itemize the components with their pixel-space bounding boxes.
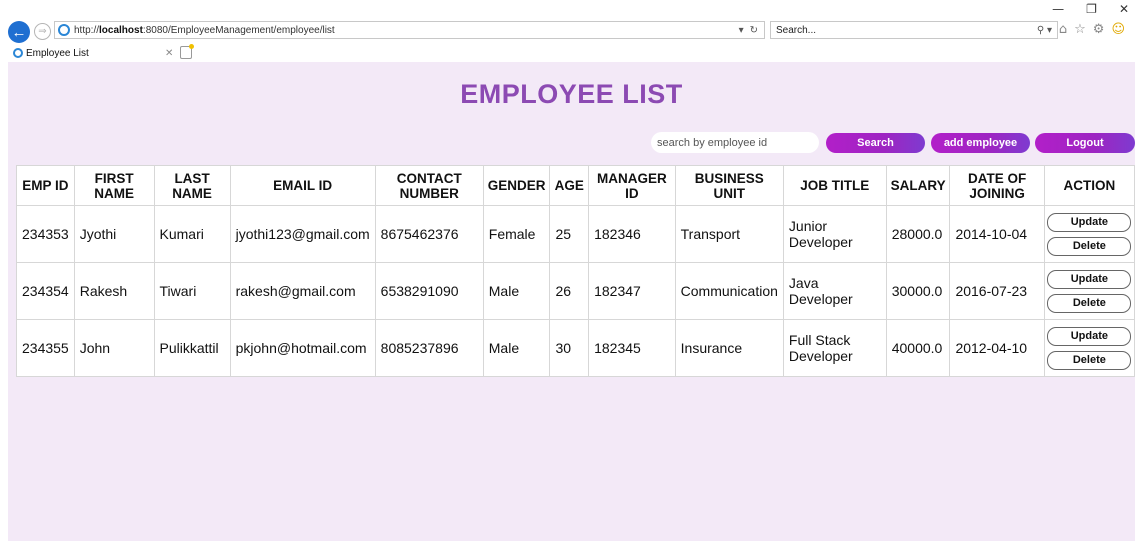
update-button[interactable]: Update — [1047, 212, 1132, 232]
forward-arrow-icon[interactable]: ⇒ — [34, 23, 51, 40]
logout-button[interactable]: Logout — [1035, 133, 1135, 153]
table-row: 234355 John Pulikkattil pkjohn@hotmail.c… — [16, 319, 1135, 377]
search-icon[interactable]: ⚲ ▾ — [1037, 25, 1057, 36]
header-manager-id: MANAGER ID — [588, 165, 676, 206]
employee-id-search-input[interactable] — [651, 132, 819, 153]
cell-emp-id: 234353 — [16, 205, 75, 263]
delete-button[interactable]: Delete — [1047, 350, 1132, 370]
header-action: ACTION — [1043, 165, 1135, 206]
cell-manager-id: 182345 — [588, 319, 676, 377]
delete-button[interactable]: Delete — [1047, 293, 1132, 313]
cell-action: Update Delete — [1043, 262, 1135, 320]
back-arrow-icon[interactable]: ← — [8, 21, 30, 43]
cell-email: rakesh@gmail.com — [229, 262, 376, 320]
table-header-row: EMP ID FIRST NAME LAST NAME EMAIL ID CON… — [16, 165, 1135, 206]
browser-search-box[interactable]: Search... ⚲ ▾ — [770, 21, 1058, 39]
close-icon[interactable]: ✕ — [1119, 2, 1129, 16]
cell-first-name: John — [73, 319, 155, 377]
favorites-star-icon[interactable]: ☆ — [1074, 22, 1086, 37]
cell-emp-id: 234354 — [16, 262, 75, 320]
cell-manager-id: 182347 — [588, 262, 676, 320]
cell-age: 26 — [549, 262, 590, 320]
cell-job-title: Java Developer — [782, 262, 887, 320]
cell-action: Update Delete — [1043, 319, 1135, 377]
cell-job-title: Junior Developer — [782, 205, 887, 263]
header-job-title: JOB TITLE — [782, 165, 887, 206]
cell-date-of-joining: 2014-10-04 — [949, 205, 1045, 263]
refresh-icon[interactable]: ↻ — [750, 25, 758, 36]
cell-gender: Male — [482, 319, 551, 377]
header-contact-number: CONTACT NUMBER — [374, 165, 484, 206]
cell-salary: 30000.0 — [885, 262, 951, 320]
tab-title: Employee List — [26, 47, 89, 59]
cell-gender: Male — [482, 262, 551, 320]
address-url: http://localhost:8080/EmployeeManagement… — [74, 24, 335, 36]
cell-gender: Female — [482, 205, 551, 263]
gear-icon[interactable]: ⚙ — [1093, 22, 1105, 37]
header-business-unit: BUSINESS UNIT — [674, 165, 784, 206]
cell-age: 30 — [549, 319, 590, 377]
cell-contact: 8085237896 — [374, 319, 484, 377]
smiley-feedback-icon[interactable]: ☺ — [1111, 22, 1125, 37]
cell-job-title: Full Stack Developer — [782, 319, 887, 377]
cell-business-unit: Transport — [674, 205, 784, 263]
cell-business-unit: Insurance — [674, 319, 784, 377]
table-row: 234353 Jyothi Kumari jyothi123@gmail.com… — [16, 205, 1135, 263]
header-age: AGE — [549, 165, 590, 206]
cell-business-unit: Communication — [674, 262, 784, 320]
header-first-name: FIRST NAME — [73, 165, 155, 206]
cell-age: 25 — [549, 205, 590, 263]
header-last-name: LAST NAME — [153, 165, 231, 206]
header-salary: SALARY — [885, 165, 951, 206]
browser-chrome: — ❐ ✕ ← ⇒ http://localhost:8080/Employee… — [0, 0, 1135, 62]
employee-table: EMP ID FIRST NAME LAST NAME EMAIL ID CON… — [16, 165, 1135, 377]
browser-toolbar-icons: ⌂ ☆ ⚙ ☺ — [1059, 22, 1125, 37]
cell-contact: 6538291090 — [374, 262, 484, 320]
page-title: EMPLOYEE LIST — [460, 79, 683, 109]
cell-action: Update Delete — [1043, 205, 1135, 263]
page-content: EMPLOYEE LIST Search add employee Logout… — [8, 62, 1135, 541]
cell-date-of-joining: 2012-04-10 — [949, 319, 1045, 377]
restore-icon[interactable]: ❐ — [1086, 2, 1097, 16]
cell-email: pkjohn@hotmail.com — [229, 319, 376, 377]
add-employee-button[interactable]: add employee — [931, 133, 1030, 153]
cell-last-name: Tiwari — [153, 262, 231, 320]
header-email-id: EMAIL ID — [229, 165, 376, 206]
update-button[interactable]: Update — [1047, 269, 1132, 289]
search-button[interactable]: Search — [826, 133, 925, 153]
header-emp-id: EMP ID — [16, 165, 75, 206]
browser-tab[interactable]: Employee List ✕ — [8, 44, 173, 62]
cell-salary: 28000.0 — [885, 205, 951, 263]
minimize-icon[interactable]: — — [1052, 2, 1064, 16]
tab-close-icon[interactable]: ✕ — [165, 48, 173, 59]
window-controls: — ❐ ✕ — [1052, 2, 1129, 16]
cell-last-name: Kumari — [153, 205, 231, 263]
address-bar[interactable]: http://localhost:8080/EmployeeManagement… — [54, 21, 765, 39]
cell-date-of-joining: 2016-07-23 — [949, 262, 1045, 320]
cell-first-name: Rakesh — [73, 262, 155, 320]
cell-last-name: Pulikkattil — [153, 319, 231, 377]
ie-page-icon — [58, 24, 70, 36]
delete-button[interactable]: Delete — [1047, 236, 1132, 256]
ie-tab-icon — [13, 48, 23, 58]
cell-emp-id: 234355 — [16, 319, 75, 377]
dropdown-icon[interactable]: ▾ — [739, 25, 744, 36]
cell-first-name: Jyothi — [73, 205, 155, 263]
table-row: 234354 Rakesh Tiwari rakesh@gmail.com 65… — [16, 262, 1135, 320]
cell-contact: 8675462376 — [374, 205, 484, 263]
cell-manager-id: 182346 — [588, 205, 676, 263]
update-button[interactable]: Update — [1047, 326, 1132, 346]
header-gender: GENDER — [482, 165, 551, 206]
home-icon[interactable]: ⌂ — [1059, 22, 1067, 37]
cell-email: jyothi123@gmail.com — [229, 205, 376, 263]
new-tab-icon[interactable] — [180, 44, 194, 59]
cell-salary: 40000.0 — [885, 319, 951, 377]
header-date-of-joining: DATE OF JOINING — [949, 165, 1045, 206]
